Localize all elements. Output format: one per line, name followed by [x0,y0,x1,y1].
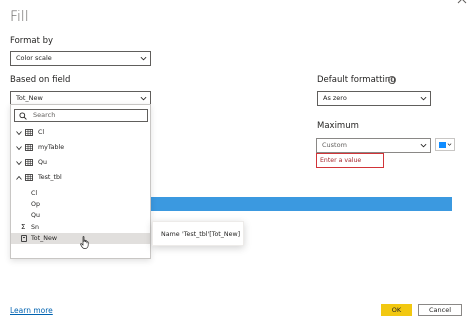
tree-item-label: Sn [31,224,39,231]
chevron-down-icon [140,56,147,61]
search-icon [19,112,27,120]
ok-button[interactable]: OK [381,304,412,316]
tree-item-label: Test_tbl [38,174,62,181]
format-by-label: Format by [10,36,54,46]
search-input[interactable]: Search [14,109,148,122]
tooltip-name-label: Name [161,231,180,238]
maximum-type-select[interactable]: Custom [316,138,431,153]
based-on-field-label: Based on field [10,75,71,85]
table-icon [25,159,33,166]
maximum-color-picker[interactable] [435,138,455,151]
close-icon[interactable] [456,0,468,5]
maximum-type-value: Custom [322,141,347,149]
tree-item-table[interactable]: Cl [11,127,150,138]
table-icon [25,174,33,181]
dialog-title: Fill [10,9,29,25]
chevron-down-icon [420,96,427,101]
search-placeholder: Search [33,111,56,119]
maximum-label: Maximum [317,121,359,131]
tree-item-label: Cl [31,190,38,197]
tree-item-label: Op [31,201,40,208]
field-tooltip: Name 'Test_tbl'[Tot_New] [152,221,244,246]
tree-item-label: Qu [38,159,47,166]
learn-more-link[interactable]: Learn more [10,306,53,315]
default-formatting-select[interactable]: As zero [317,91,431,106]
chevron-down-icon [447,143,452,146]
color-swatch [439,142,446,148]
chevron-down-icon [140,96,147,101]
format-by-select[interactable]: Color scale [10,51,151,66]
chevron-down-icon [16,146,22,151]
maximum-value-input[interactable]: Enter a value [316,153,384,168]
tree-item-label: Tot_New [31,235,57,242]
tree-item-label: myTable [38,144,65,151]
tree-item-column[interactable]: Op [11,199,150,210]
chevron-down-icon [16,161,22,166]
chevron-up-icon [16,175,22,180]
default-formatting-value: As zero [323,94,347,102]
chevron-down-icon [420,143,427,148]
tree-item-table[interactable]: Qu [11,157,150,168]
calculator-icon [21,235,27,242]
default-formatting-label: Default formatting [317,75,396,85]
maximum-value-placeholder: Enter a value [320,157,362,164]
tree-item-column[interactable]: Cl [11,188,150,199]
tree-item-table-expanded[interactable]: Test_tbl [11,172,150,183]
table-icon [25,129,33,136]
tree-item-table[interactable]: myTable [11,142,150,153]
chevron-down-icon [16,131,22,136]
based-on-field-value: Tot_New [16,94,43,102]
info-icon[interactable]: i [388,76,396,84]
cancel-button[interactable]: Cancel [418,304,462,316]
table-icon [25,144,33,151]
hand-cursor-icon [80,236,89,249]
sigma-icon: Σ [21,223,26,231]
tree-item-label: Cl [38,129,45,136]
tree-item-sum-column[interactable]: Σ Sn [11,222,150,233]
tooltip-name-value: 'Test_tbl'[Tot_New] [182,231,241,238]
color-scale-gradient [151,197,452,211]
tree-item-column[interactable]: Qu [11,210,150,221]
format-by-value: Color scale [16,54,52,62]
tree-item-label: Qu [31,212,40,219]
